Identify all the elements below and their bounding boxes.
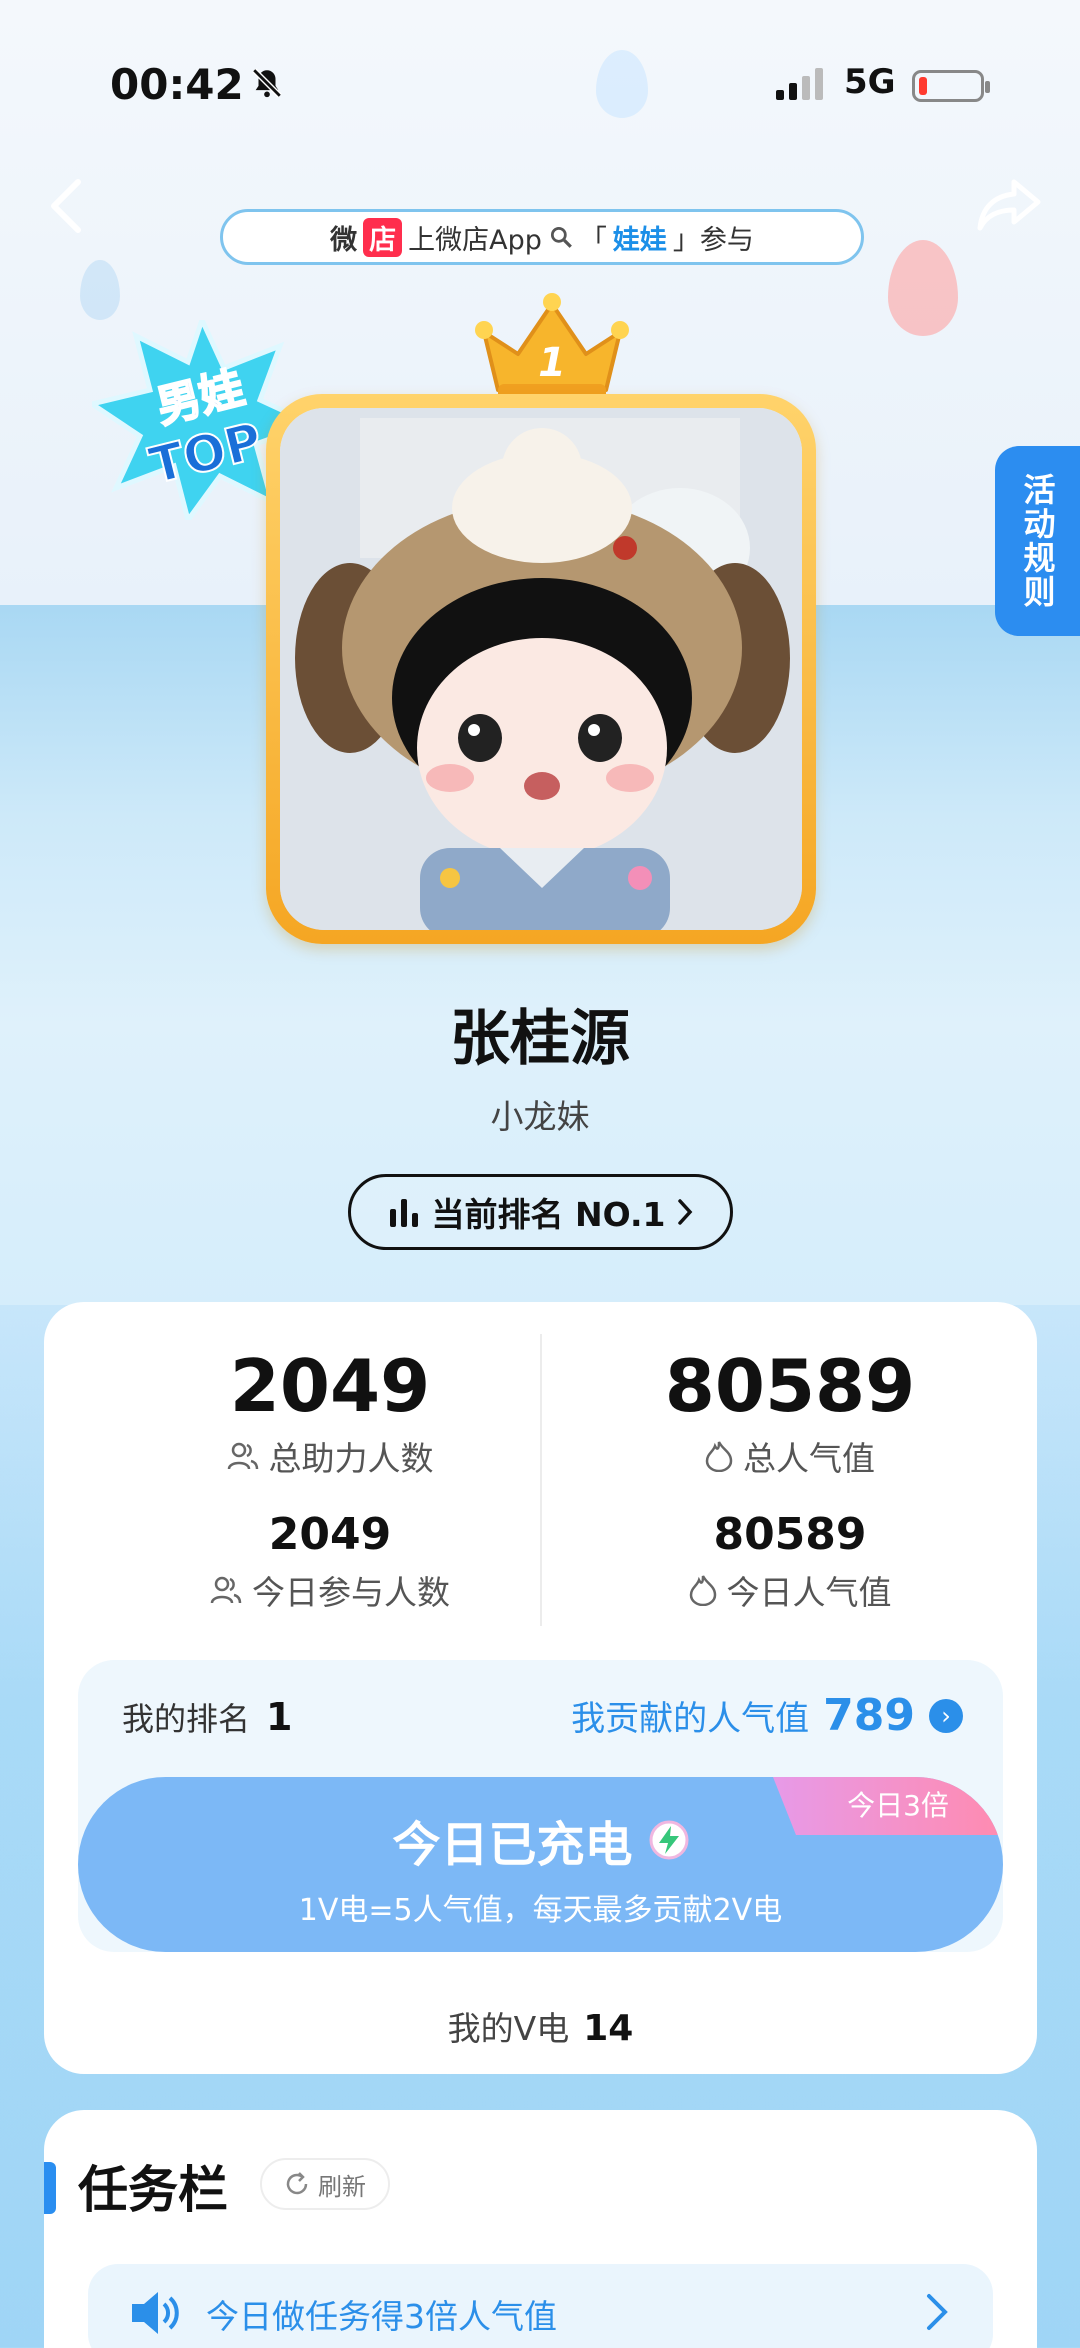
- flame-icon: [689, 1575, 716, 1606]
- speaker-icon: [132, 2292, 179, 2334]
- charge-button[interactable]: 今日3倍 今日已充电 1V电=5人气值，每天最多贡献2V电: [78, 1777, 1003, 1952]
- current-rank-text: 当前排名 NO.1: [431, 1195, 666, 1234]
- charge-subtitle: 1V电=5人气值，每天最多贡献2V电: [298, 1893, 783, 1928]
- total-helpers-label: 总助力人数: [268, 1439, 434, 1478]
- crown-rank-number: 1: [538, 340, 566, 386]
- people-icon: [210, 1576, 242, 1604]
- today-participants-value: 2049: [268, 1509, 392, 1560]
- doll-illustration: [280, 408, 802, 930]
- banner-text: 上微店App: [408, 224, 542, 256]
- contributed-label: 我贡献的人气值: [571, 1699, 810, 1739]
- stats-card: 2049 总助力人数 80589 总人气值 2049 今日参与人数 80589 …: [44, 1302, 1037, 2074]
- title-accent-bar: [44, 2162, 56, 2214]
- back-arrow-icon[interactable]: [46, 176, 86, 236]
- crown-icon: 1: [475, 293, 629, 400]
- chevron-right-icon: [678, 1199, 693, 1225]
- current-rank-pill[interactable]: 当前排名 NO.1: [348, 1174, 733, 1250]
- bar-chart-icon: [389, 1199, 418, 1227]
- weidian-logo-part: 微: [330, 224, 358, 256]
- banner-bracket-open: 「: [579, 224, 607, 256]
- task-title: 任务栏: [78, 2161, 228, 2219]
- flame-icon: [705, 1441, 733, 1472]
- total-popularity-value: 80589: [664, 1344, 916, 1428]
- stat-total-helpers: 2049 总助力人数: [100, 1346, 560, 1480]
- total-popularity-label: 总人气值: [743, 1439, 875, 1478]
- refresh-button[interactable]: 刷新: [260, 2158, 390, 2210]
- battery-icon: [912, 70, 990, 102]
- status-bar: 00:42 5G: [0, 60, 1080, 120]
- weidian-logo-badge: 店: [363, 217, 403, 257]
- task-card: 任务栏 刷新 今日做任务得3倍人气值: [44, 2110, 1037, 2348]
- refresh-icon: [286, 2172, 308, 2195]
- my-contribution-link[interactable]: 我贡献的人气值 789 ›: [571, 1690, 963, 1741]
- my-v-electricity: 我的V电 14: [44, 2002, 1037, 2050]
- doll-owner: 小龙妹: [490, 1097, 590, 1136]
- stats-divider: [540, 1334, 542, 1626]
- chevron-right-icon: [927, 2294, 948, 2330]
- mute-bell-icon: [252, 68, 282, 98]
- today-popularity-label: 今日人气值: [726, 1573, 892, 1612]
- total-helpers-value: 2049: [229, 1344, 431, 1428]
- stat-total-popularity: 80589 总人气值: [560, 1346, 1020, 1480]
- share-icon[interactable]: [976, 176, 1042, 232]
- doll-name: 张桂源: [450, 1004, 630, 1074]
- banner-keyword: 娃娃: [612, 224, 667, 256]
- banner-bracket-close: 」参与: [672, 224, 754, 256]
- stat-today-participants: 2049 今日参与人数: [100, 1510, 560, 1614]
- search-banner[interactable]: 微店 上微店App 「 娃娃 」参与: [220, 209, 864, 265]
- task-notice-row[interactable]: 今日做任务得3倍人气值: [88, 2264, 993, 2348]
- charge-title: 今日已充电: [392, 1817, 633, 1873]
- status-time: 00:42: [110, 60, 244, 109]
- chevron-circle-icon: ›: [929, 1698, 963, 1733]
- my-rank-value: 1: [266, 1695, 293, 1739]
- my-rank-label: 我的排名: [122, 1700, 251, 1738]
- my-v-value: 14: [583, 2008, 634, 2049]
- refresh-label: 刷新: [318, 2172, 366, 2201]
- doll-avatar-frame[interactable]: [266, 394, 816, 944]
- rules-tab[interactable]: 活动规则: [995, 446, 1080, 636]
- people-icon: [227, 1442, 258, 1470]
- stat-today-popularity: 80589 今日人气值: [560, 1510, 1020, 1614]
- my-rank: 我的排名 1: [122, 1694, 292, 1740]
- signal-icon: [776, 68, 823, 100]
- network-type: 5G: [844, 62, 896, 102]
- my-v-label: 我的V电: [447, 2009, 570, 2048]
- today-popularity-value: 80589: [713, 1509, 867, 1560]
- task-notice-text: 今日做任务得3倍人气值: [206, 2297, 557, 2336]
- contributed-value: 789: [823, 1690, 915, 1741]
- search-icon: [550, 226, 572, 248]
- lightning-icon: [649, 1820, 688, 1860]
- today-participants-label: 今日参与人数: [252, 1573, 450, 1612]
- doll-photo: [280, 408, 802, 930]
